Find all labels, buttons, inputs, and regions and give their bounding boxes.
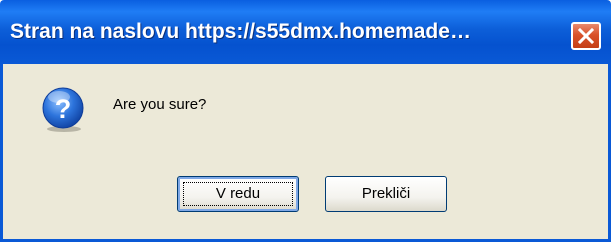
close-button[interactable]: [571, 22, 601, 50]
dialog-message: Are you sure?: [113, 96, 207, 113]
confirm-dialog: Stran na naslovu https://s55dmx.homemade…: [0, 0, 611, 242]
dialog-titlebar[interactable]: Stran na naslovu https://s55dmx.homemade…: [0, 0, 611, 64]
close-icon: [577, 27, 595, 45]
dialog-body: ? Are you sure? V redu Prekliči: [0, 64, 611, 242]
ok-button[interactable]: V redu: [177, 176, 299, 212]
question-icon: ?: [42, 87, 84, 132]
svg-text:?: ?: [55, 94, 72, 124]
dialog-title: Stran na naslovu https://s55dmx.homemade…: [10, 20, 471, 43]
focus-ring: [183, 182, 293, 206]
cancel-button-label: Prekliči: [361, 185, 411, 202]
cancel-button[interactable]: Prekliči: [325, 176, 447, 212]
